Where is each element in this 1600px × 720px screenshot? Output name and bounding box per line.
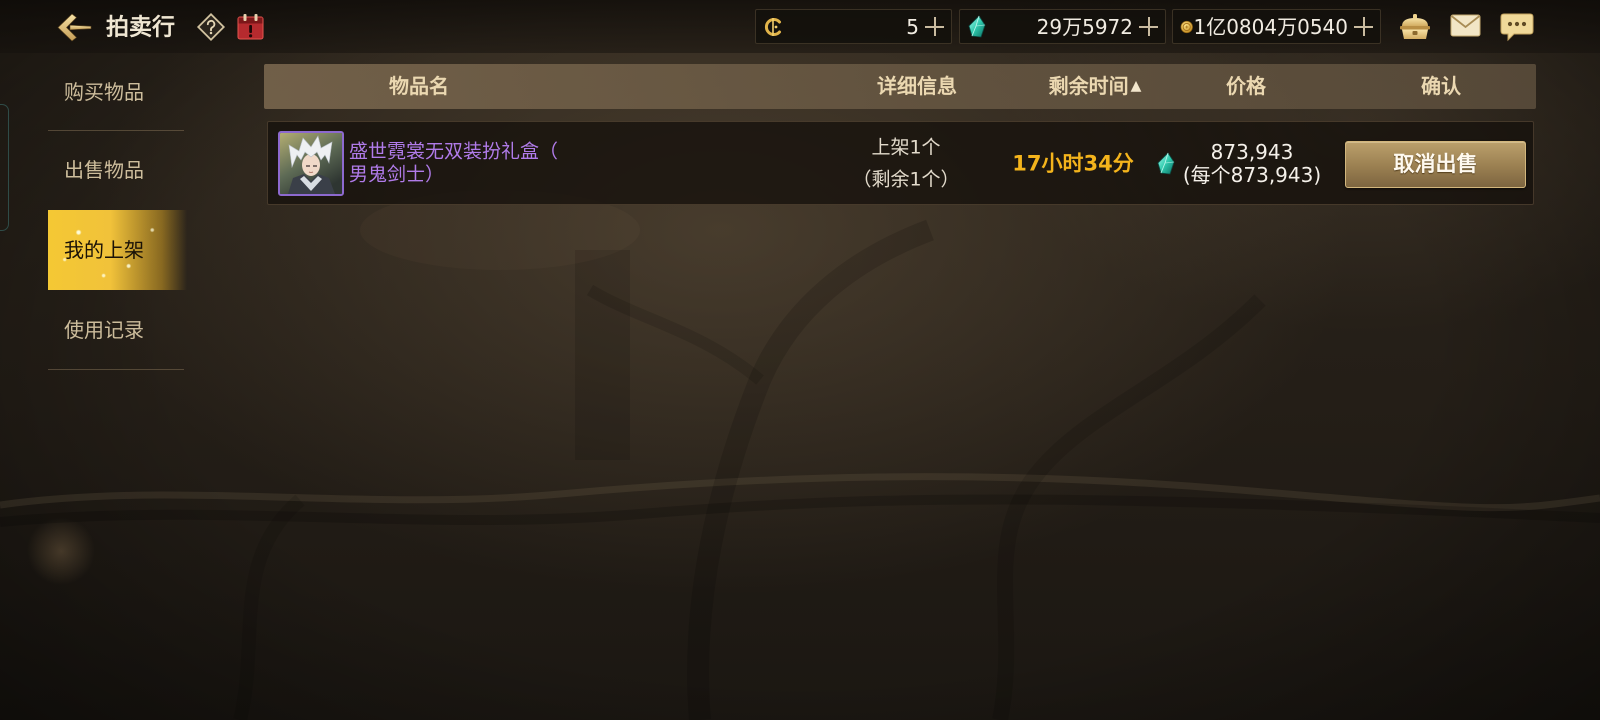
back-button[interactable] xyxy=(57,12,92,43)
sidebar-item-label: 购买物品 xyxy=(64,79,144,104)
storage-button[interactable] xyxy=(1398,11,1432,42)
sidebar-item-history[interactable]: 使用记录 xyxy=(48,291,187,369)
plus-icon xyxy=(925,17,944,36)
cancel-sale-button[interactable]: 取消出售 xyxy=(1345,141,1526,188)
currency-bar-gem: 29万5972 xyxy=(959,9,1166,44)
auction-house-screen: 拍卖行 5 29万5972 1亿0804万0540 购买物品 出售物品 我的上架… xyxy=(0,0,1600,720)
listing-row: 盛世霓裳无双装扮礼盒（ 男鬼剑士） 上架1个 （剩余1个） 17小时34分 87… xyxy=(267,121,1534,205)
storage-chest-icon xyxy=(1400,14,1430,39)
mail-icon xyxy=(1450,14,1481,37)
column-header-details: 详细信息 xyxy=(877,74,957,98)
character-costume-portrait-icon xyxy=(280,133,342,194)
add-cera-button[interactable] xyxy=(925,17,944,36)
cera-coin-icon xyxy=(764,17,781,36)
chat-bubble-icon xyxy=(1500,13,1534,42)
column-header-item-name: 物品名 xyxy=(389,74,449,98)
currency-value: 5 xyxy=(906,14,919,39)
listed-quantity: 上架1个 xyxy=(871,136,941,159)
column-header-price: 价格 xyxy=(1226,74,1266,98)
sidebar-item-label: 出售物品 xyxy=(64,158,144,182)
item-icon[interactable] xyxy=(278,131,344,196)
item-name-line: 盛世霓裳无双装扮礼盒（ xyxy=(349,140,559,163)
gold-coin-icon xyxy=(1180,20,1193,33)
event-calendar-button[interactable] xyxy=(236,12,265,41)
plus-icon xyxy=(1139,17,1158,36)
sort-indicator: ▲ xyxy=(1130,78,1142,94)
sidebar-item-label: 我的上架 xyxy=(64,238,144,262)
calendar-alert-icon xyxy=(237,14,264,40)
add-gem-button[interactable] xyxy=(1139,17,1158,36)
cancel-sale-label: 取消出售 xyxy=(1393,152,1478,176)
sidebar-item-my-listings[interactable]: 我的上架 xyxy=(48,210,187,290)
sidebar-item-sell[interactable]: 出售物品 xyxy=(48,131,187,209)
item-name-line: 男鬼剑士） xyxy=(349,163,445,186)
currency-value: 29万5972 xyxy=(1036,14,1133,39)
sidebar: 购买物品 出售物品 我的上架 使用记录 xyxy=(48,53,187,370)
side-drawer-handle[interactable] xyxy=(0,104,9,231)
add-gold-button[interactable] xyxy=(1354,17,1373,36)
column-header-confirm: 确认 xyxy=(1421,74,1461,98)
plus-icon xyxy=(1354,17,1373,36)
back-arrow-icon xyxy=(57,13,92,42)
sidebar-item-label: 使用记录 xyxy=(64,318,144,342)
column-header-label: 剩余时间 xyxy=(1048,74,1129,98)
price-total: 873,943 xyxy=(1210,140,1294,164)
green-gem-icon xyxy=(968,14,986,37)
chat-button[interactable] xyxy=(1500,11,1534,42)
help-button[interactable] xyxy=(196,12,226,42)
remaining-quantity: （剩余1个） xyxy=(852,168,960,191)
price-each: (每个873,943) xyxy=(1182,163,1322,187)
sidebar-divider xyxy=(48,369,184,370)
currency-bar-cera: 5 xyxy=(755,9,952,44)
page-title: 拍卖行 xyxy=(106,14,175,41)
column-header-time-left[interactable]: 剩余时间 ▲ xyxy=(1049,76,1142,96)
sidebar-item-buy[interactable]: 购买物品 xyxy=(48,53,187,130)
mail-button[interactable] xyxy=(1449,12,1482,39)
currency-value: 1亿0804万0540 xyxy=(1193,14,1348,39)
time-left: 17小时34分 xyxy=(1012,151,1134,176)
currency-bar-gold: 1亿0804万0540 xyxy=(1172,9,1381,44)
help-diamond-icon xyxy=(196,12,226,42)
green-gem-icon xyxy=(1157,152,1175,175)
table-header: 物品名 详细信息 剩余时间 ▲ 价格 确认 xyxy=(264,64,1536,109)
